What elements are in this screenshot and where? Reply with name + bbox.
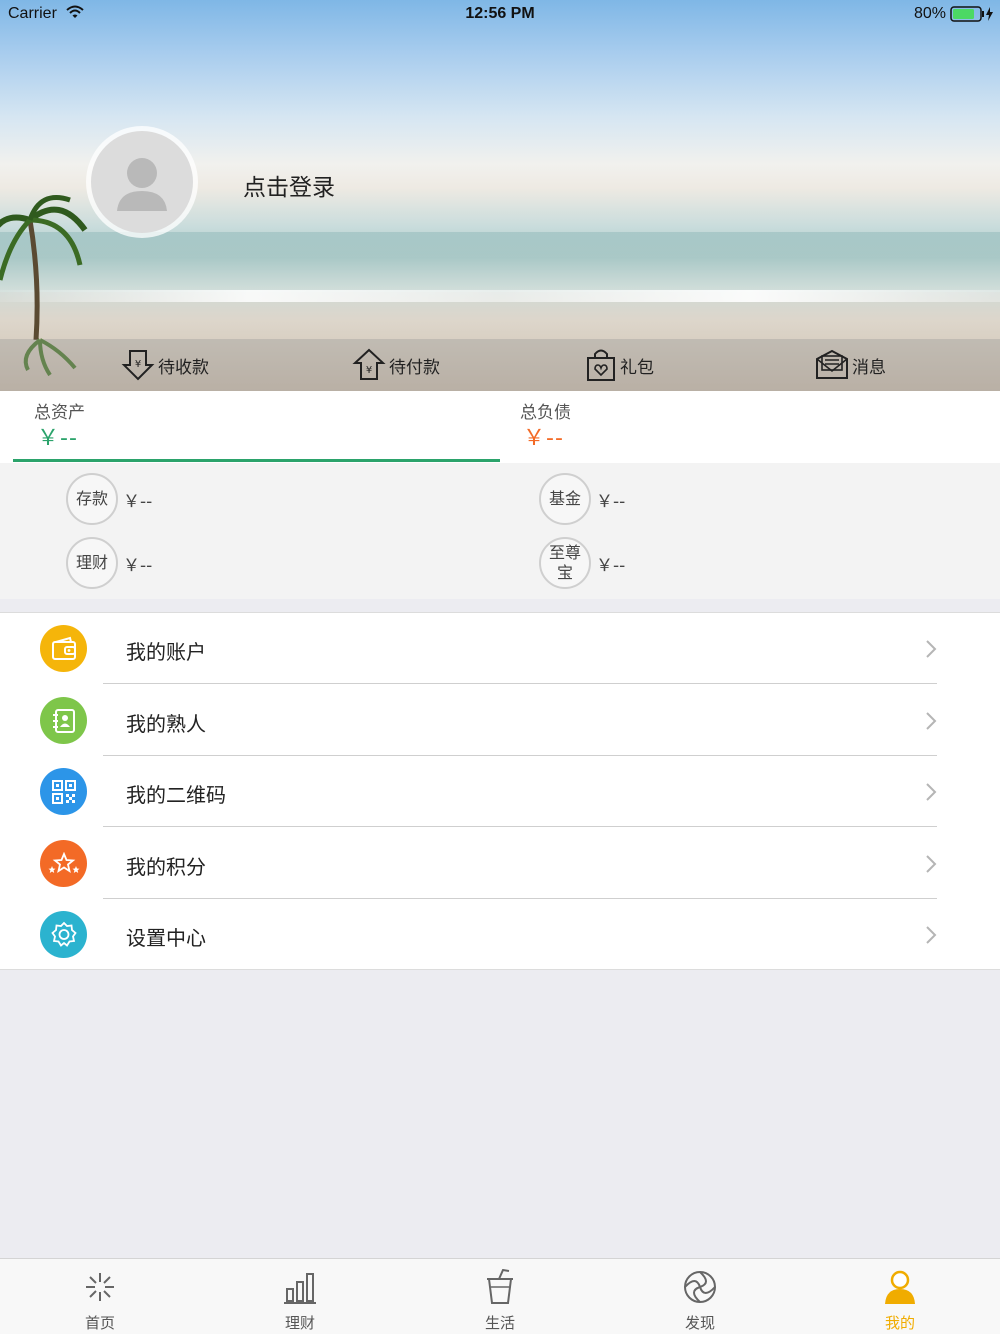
tab-discover[interactable]: 发现 xyxy=(600,1259,800,1334)
menu-item-label: 我的积分 xyxy=(126,855,206,879)
status-bar: Carrier 12:56 PM 80% xyxy=(0,0,1000,28)
pay-money-icon: ¥ xyxy=(352,348,386,380)
menu-item-label: 设置中心 xyxy=(126,926,206,950)
asset-breakdown: 存款 ￥-- 基金 ￥-- 理财 ￥-- 至尊宝 ￥-- xyxy=(0,463,1000,599)
tab-label: 我的 xyxy=(884,1314,915,1332)
row-divider xyxy=(103,826,937,827)
asset-fund[interactable]: 基金 ￥-- xyxy=(539,473,625,525)
menu-item-my-qr-code[interactable]: 我的二维码 xyxy=(0,756,1000,827)
total-assets-tab[interactable]: 总资产 ￥-- xyxy=(0,391,500,463)
total-liabilities-value: ￥-- xyxy=(523,426,564,451)
chevron-right-icon xyxy=(926,926,937,944)
quick-action-receive[interactable]: ¥ 待收款 xyxy=(120,339,209,391)
login-link[interactable]: 点击登录 xyxy=(243,168,335,202)
quick-action-pay[interactable]: ¥ 待付款 xyxy=(351,339,440,391)
chevron-right-icon xyxy=(926,783,937,801)
quick-action-label: 礼包 xyxy=(620,357,654,378)
asset-badge: 至尊宝 xyxy=(539,537,591,589)
battery-percentage: 80% xyxy=(914,5,947,22)
asset-deposit[interactable]: 存款 ￥-- xyxy=(66,473,152,525)
tab-wealth[interactable]: 理财 xyxy=(200,1259,400,1334)
aperture-icon xyxy=(684,1271,716,1303)
tab-bar: 首页 理财 生活 发现 我的 xyxy=(0,1258,1000,1334)
menu-item-label: 我的账户 xyxy=(126,640,206,664)
tab-label: 首页 xyxy=(84,1314,115,1332)
profile-header: Carrier 12:56 PM 80% 点击登录 ¥ 待收款 ¥ 待付款 礼包… xyxy=(0,0,1000,391)
total-assets-value: ￥-- xyxy=(37,426,78,451)
gear-icon xyxy=(40,911,87,958)
chevron-right-icon xyxy=(926,640,937,658)
asset-wealth-management[interactable]: 理财 ￥-- xyxy=(66,537,152,589)
menu-item-label: 我的熟人 xyxy=(126,712,206,736)
battery-charging-icon xyxy=(950,6,993,22)
asset-badge: 理财 xyxy=(66,537,118,589)
asset-value: ￥-- xyxy=(123,555,153,576)
asset-value: ￥-- xyxy=(123,491,153,512)
receive-money-icon: ¥ xyxy=(121,350,155,381)
tab-home[interactable]: 首页 xyxy=(0,1259,200,1334)
menu-item-my-contacts[interactable]: 我的熟人 xyxy=(0,685,1000,756)
chevron-right-icon xyxy=(926,712,937,730)
asset-value: ￥-- xyxy=(596,555,626,576)
quick-actions-bar: ¥ 待收款 ¥ 待付款 礼包 消息 xyxy=(0,339,1000,391)
tab-label: 生活 xyxy=(484,1314,515,1332)
chevron-right-icon xyxy=(926,855,937,873)
user-silhouette-icon xyxy=(117,158,167,211)
points-stars-icon xyxy=(40,840,87,887)
active-tab-indicator xyxy=(13,459,500,462)
tab-mine[interactable]: 我的 xyxy=(800,1259,1000,1334)
menu-item-settings[interactable]: 设置中心 xyxy=(0,899,1000,970)
quick-action-label: 待收款 xyxy=(158,357,209,378)
asset-zhizunbao[interactable]: 至尊宝 ￥-- xyxy=(539,537,625,589)
quick-action-gift[interactable]: 礼包 xyxy=(584,339,654,391)
wallet-icon xyxy=(40,625,87,672)
asset-value: ￥-- xyxy=(596,491,626,512)
settings-menu: 我的账户 我的熟人 我的二维码 我的积分 设置中心 xyxy=(0,612,1000,970)
menu-item-my-account[interactable]: 我的账户 xyxy=(0,613,1000,684)
clock: 12:56 PM xyxy=(465,5,535,22)
menu-item-my-points[interactable]: 我的积分 xyxy=(0,828,1000,899)
row-divider xyxy=(103,683,937,684)
quick-action-label: 消息 xyxy=(852,357,886,378)
sea-background xyxy=(0,232,1000,292)
asset-badge: 基金 xyxy=(539,473,591,525)
home-sparkle-icon xyxy=(86,1273,114,1301)
asset-badge: 存款 xyxy=(66,473,118,525)
bar-chart-icon xyxy=(284,1273,316,1304)
quick-action-messages[interactable]: 消息 xyxy=(814,339,886,391)
quick-action-label: 待付款 xyxy=(389,357,440,378)
message-icon xyxy=(816,349,848,379)
tab-label: 理财 xyxy=(284,1314,315,1332)
wave-foam xyxy=(0,290,1000,302)
avatar-placeholder xyxy=(91,131,193,233)
totals-panel: 总资产 ￥-- 总负债 ￥-- xyxy=(0,391,1000,463)
person-icon xyxy=(885,1270,915,1304)
contacts-icon xyxy=(40,697,87,744)
gift-bag-icon xyxy=(587,349,615,381)
tab-label: 发现 xyxy=(684,1314,715,1332)
svg-text:¥: ¥ xyxy=(135,359,141,370)
tab-life[interactable]: 生活 xyxy=(400,1259,600,1334)
avatar[interactable] xyxy=(86,126,198,238)
svg-text:¥: ¥ xyxy=(366,365,372,376)
drink-cup-icon xyxy=(487,1269,513,1304)
menu-item-label: 我的二维码 xyxy=(126,783,226,807)
qr-code-icon xyxy=(40,768,87,815)
total-liabilities-tab[interactable]: 总负债 ￥-- xyxy=(500,391,1000,463)
